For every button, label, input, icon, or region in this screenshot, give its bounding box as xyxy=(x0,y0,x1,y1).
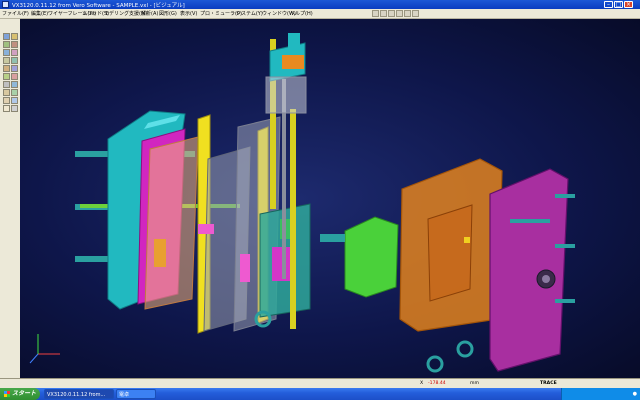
taskbar-item-calculator[interactable]: 電卓 xyxy=(116,389,156,399)
menu-view[interactable]: 表示(V) xyxy=(180,10,197,17)
ejector-retainer-plate xyxy=(144,136,199,310)
menu-help[interactable]: ヘルプ(H) xyxy=(290,10,313,17)
right-clamp-plate xyxy=(489,168,569,372)
display-icon[interactable] xyxy=(11,97,18,104)
start-button[interactable]: スタート xyxy=(0,388,40,400)
runner-rod xyxy=(290,109,296,329)
menu-shape[interactable]: 図形(G) xyxy=(159,10,177,17)
view-toolbar-button[interactable] xyxy=(388,10,395,17)
windows-logo-icon xyxy=(4,390,10,397)
point-icon[interactable] xyxy=(11,33,18,40)
coords-label: X xyxy=(420,381,424,386)
sprue-hole xyxy=(542,275,550,283)
cad-viewport[interactable] xyxy=(20,19,640,378)
surface-icon[interactable] xyxy=(11,49,18,56)
menu-system[interactable]: システム(Y) xyxy=(236,10,263,17)
revolve-icon[interactable] xyxy=(11,57,18,64)
view-toolbar-button[interactable] xyxy=(404,10,411,17)
slide-rod xyxy=(320,234,345,242)
line-icon[interactable] xyxy=(3,41,10,48)
mold-icon[interactable] xyxy=(3,97,10,104)
menu-edit[interactable]: 編集(E) xyxy=(31,10,48,17)
taskbar: スタート VX3120.0.11.12 from... 電卓 ● xyxy=(0,388,640,400)
menu-file[interactable]: ファイル(F) xyxy=(2,10,29,17)
system-tray: ● xyxy=(561,388,640,400)
close-button[interactable]: × xyxy=(624,1,633,8)
view-toolbar-button[interactable] xyxy=(412,10,419,17)
view-toolbar-button[interactable] xyxy=(396,10,403,17)
slide-block xyxy=(344,216,399,298)
start-label: スタート xyxy=(12,390,37,397)
select-icon[interactable] xyxy=(3,33,10,40)
minimize-button[interactable]: – xyxy=(604,1,613,8)
mode-indicator: TRACE xyxy=(540,381,557,386)
sprue-bushing xyxy=(198,224,214,234)
slide-core xyxy=(240,254,250,282)
menu-analysis[interactable]: 解析(A) xyxy=(141,10,158,17)
view-toolbar-button[interactable] xyxy=(372,10,379,17)
layer-icon[interactable] xyxy=(11,89,18,96)
window-title: VX3120.0.11.12 from Vero Software - SAMP… xyxy=(12,3,185,9)
mold-assembly-model xyxy=(29,33,575,373)
shell-icon[interactable] xyxy=(3,65,10,72)
ejector-block xyxy=(154,239,166,267)
eye-bolt xyxy=(426,355,444,373)
tool-icon[interactable] xyxy=(3,105,10,112)
units-label: mm xyxy=(470,381,479,386)
maximize-button[interactable]: □ xyxy=(614,1,623,8)
window-title-bar: VX3120.0.11.12 from Vero Software - SAMP… xyxy=(0,0,640,9)
taskbar-item-vx[interactable]: VX3120.0.11.12 from... xyxy=(44,389,114,399)
bolt xyxy=(555,194,575,198)
fillet-icon[interactable] xyxy=(11,65,18,72)
extrude-icon[interactable] xyxy=(3,57,10,64)
arc-icon[interactable] xyxy=(11,41,18,48)
manifold-translucent xyxy=(265,76,307,114)
hot-runner-cap xyxy=(288,33,300,51)
eye-bolt xyxy=(456,340,474,358)
bolt xyxy=(555,299,575,303)
view-toolbar-button[interactable] xyxy=(380,10,387,17)
coords-value: -178.44 xyxy=(428,381,446,386)
settings-icon[interactable] xyxy=(11,105,18,112)
menu-bar: ファイル(F) 編集(E) ワイヤーフレーム(W) ソリッド(S) モデリング支… xyxy=(0,9,640,19)
app-icon xyxy=(2,1,9,8)
bolt xyxy=(555,244,575,248)
hot-runner-nozzle xyxy=(282,55,304,69)
left-toolbar xyxy=(0,19,21,378)
copy-icon[interactable] xyxy=(11,81,18,88)
clock-icon: ● xyxy=(632,391,637,397)
bolt xyxy=(510,219,550,223)
draft-icon[interactable] xyxy=(11,73,18,80)
cavity-pocket xyxy=(427,204,473,302)
measure-icon[interactable] xyxy=(3,89,10,96)
axis-triad xyxy=(29,334,60,364)
cavity-insert xyxy=(464,237,470,243)
chamfer-icon[interactable] xyxy=(3,73,10,80)
curve-icon[interactable] xyxy=(3,49,10,56)
move-icon[interactable] xyxy=(3,81,10,88)
